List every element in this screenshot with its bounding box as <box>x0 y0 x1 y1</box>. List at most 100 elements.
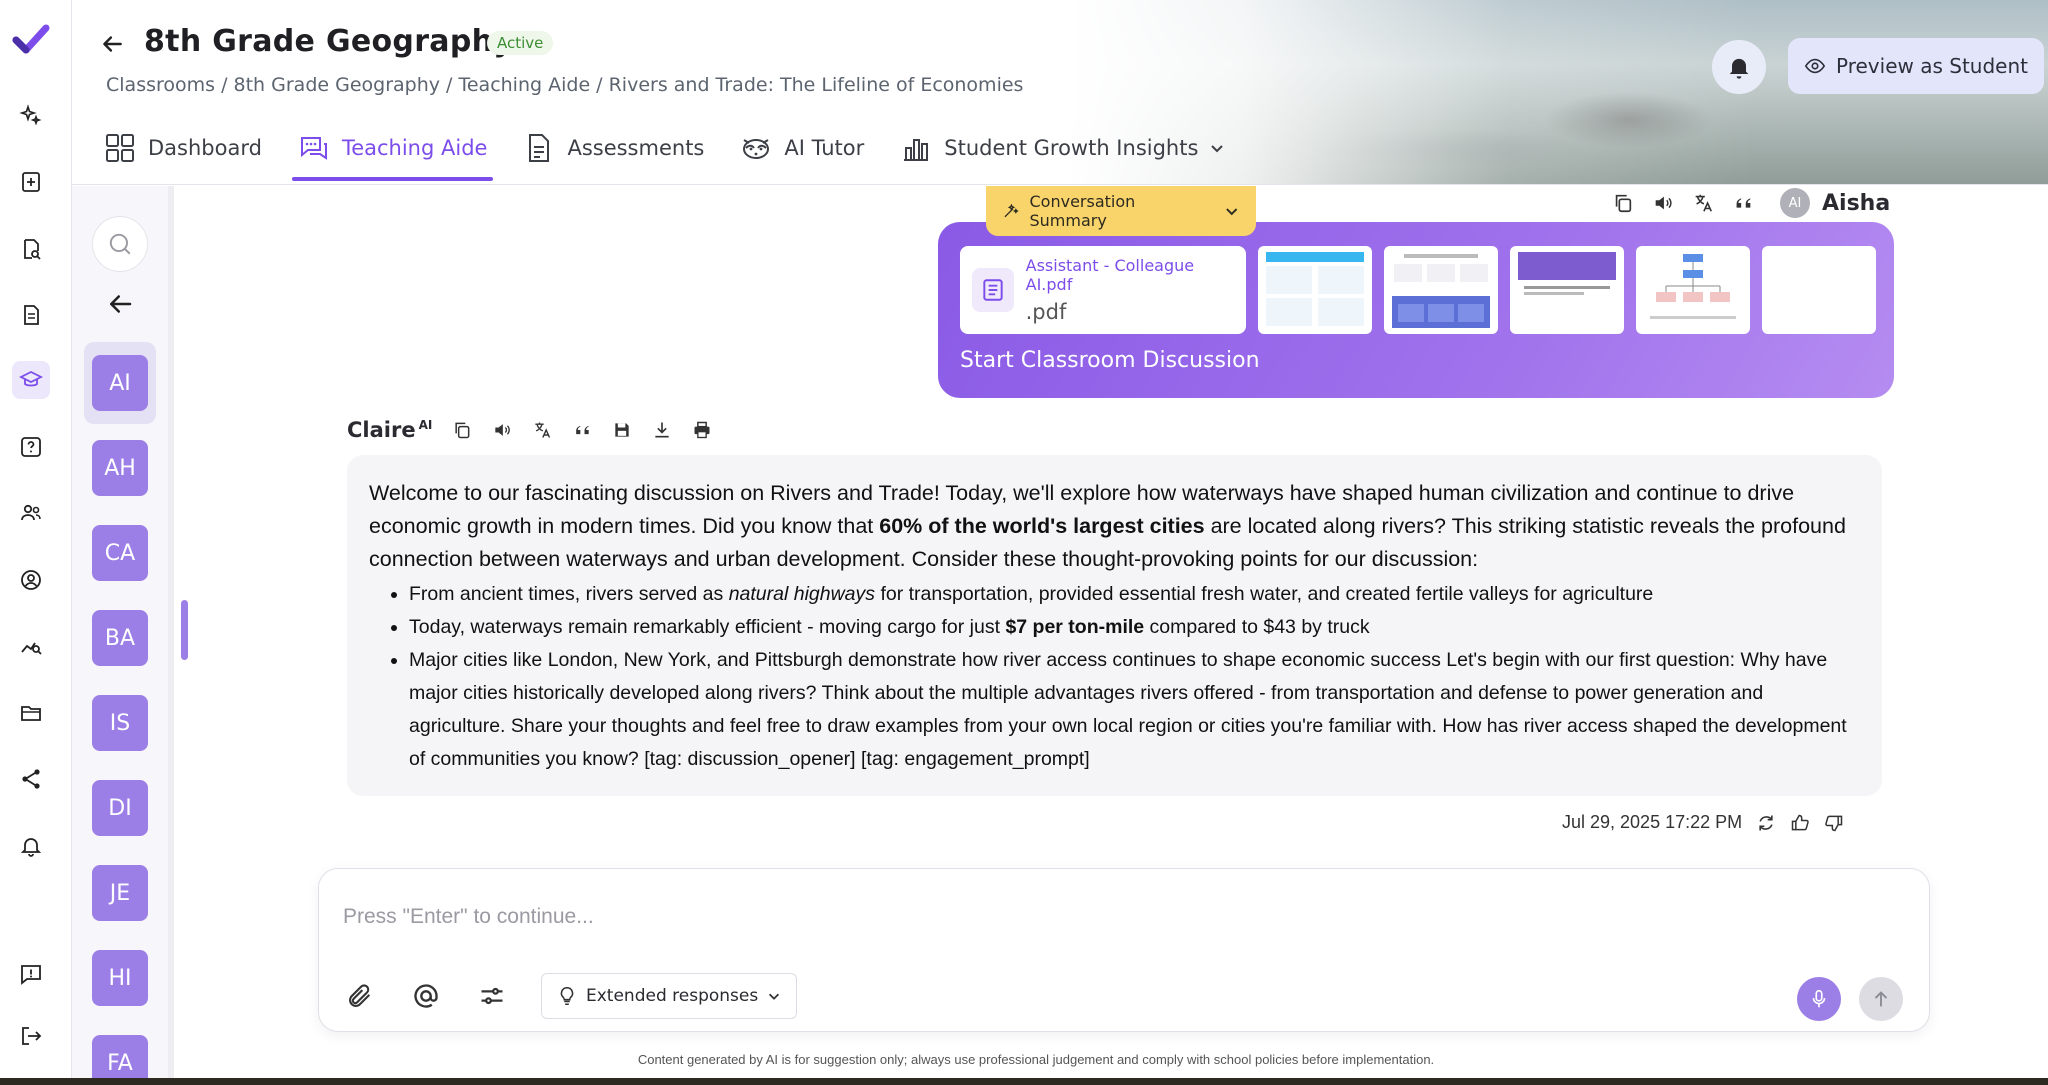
attachment-file-ext: .pdf <box>1025 300 1067 324</box>
user-message-text: Start Classroom Discussion <box>960 348 1260 373</box>
conversation-item[interactable]: CA <box>84 512 156 594</box>
grid-icon <box>106 134 134 162</box>
save-icon[interactable] <box>612 420 632 440</box>
message-input[interactable] <box>343 899 1903 935</box>
regenerate-icon[interactable] <box>1756 813 1776 833</box>
back-arrow-icon[interactable] <box>96 28 128 60</box>
send-button[interactable] <box>1859 977 1903 1021</box>
arrow-up-icon <box>1874 991 1888 1007</box>
conversation-item[interactable]: BA <box>84 597 156 679</box>
print-icon[interactable] <box>692 420 712 440</box>
avatar: CA <box>92 525 148 581</box>
mention-at-icon[interactable] <box>409 979 443 1013</box>
response-mode-select[interactable]: Extended responses <box>541 973 798 1019</box>
avatar: DI <box>92 780 148 836</box>
share-icon[interactable] <box>12 760 50 798</box>
speaker-icon[interactable] <box>492 420 512 440</box>
sidebar-scrollbar[interactable] <box>168 186 174 1085</box>
conversation-item[interactable]: AI <box>84 342 156 424</box>
eye-icon <box>1804 58 1826 74</box>
conversation-sidebar: AI AH CA BA IS DI JE HI FA <box>72 186 172 1085</box>
message-meta: Jul 29, 2025 17:22 PM <box>1562 812 1844 833</box>
tab-ai-tutor[interactable]: AI Tutor <box>734 128 870 168</box>
search-doc-icon[interactable] <box>12 230 50 268</box>
bar-chart-icon <box>904 139 929 161</box>
ai-disclaimer: Content generated by AI is for suggestio… <box>637 1052 1435 1067</box>
conversation-item[interactable]: AH <box>84 427 156 509</box>
speaker-icon[interactable] <box>1652 192 1674 214</box>
slide-thumbnail[interactable] <box>1258 246 1372 334</box>
notifications-bell-button[interactable] <box>1712 40 1766 94</box>
list-item: Today, waterways remain remarkably effic… <box>409 611 1860 644</box>
conversation-search-button[interactable] <box>92 216 148 272</box>
bell-icon[interactable] <box>12 827 50 865</box>
microphone-icon <box>1812 989 1826 1008</box>
raccoon-icon <box>743 139 770 159</box>
list-item: Major cities like London, New York, and … <box>409 644 1860 776</box>
thumbs-up-icon[interactable] <box>1790 813 1810 833</box>
folder-icon[interactable] <box>12 694 50 732</box>
attachment-file-name: Assistant - Colleague AI.pdf <box>1025 256 1195 294</box>
thumbs-down-icon[interactable] <box>1824 813 1844 833</box>
assistant-name: Claire AI <box>347 418 433 442</box>
collapse-sidebar-arrow-icon[interactable] <box>102 286 138 322</box>
slide-thumbnail[interactable] <box>1510 246 1624 334</box>
assistant-message-bubble: Welcome to our fascinating discussion on… <box>347 455 1882 796</box>
add-note-icon[interactable] <box>12 163 50 201</box>
attachment-file-card[interactable]: Assistant - Colleague AI.pdf .pdf <box>960 246 1246 334</box>
analytics-icon[interactable] <box>12 627 50 665</box>
slide-thumbnail[interactable] <box>1636 246 1750 334</box>
chat-scroll-thumb[interactable] <box>181 600 188 660</box>
attach-paperclip-icon[interactable] <box>343 979 377 1013</box>
message-paragraph: Welcome to our fascinating discussion on… <box>369 481 1846 571</box>
preview-as-student-button[interactable]: Preview as Student <box>1788 38 2044 94</box>
conversation-item[interactable]: HI <box>84 937 156 1019</box>
conversation-item[interactable]: IS <box>84 682 156 764</box>
copy-icon[interactable] <box>1612 192 1634 214</box>
app-logo-icon[interactable] <box>12 22 50 60</box>
download-icon[interactable] <box>652 420 672 440</box>
logout-icon[interactable] <box>12 1017 50 1055</box>
chat-bubbles-icon <box>300 137 327 160</box>
search-icon <box>109 233 131 255</box>
avatar: IS <box>92 695 148 751</box>
lightbulb-icon <box>560 986 574 1006</box>
user-message-bubble: Assistant - Colleague AI.pdf .pdf Start … <box>938 222 1894 398</box>
question-icon[interactable] <box>12 428 50 466</box>
conversation-summary-button[interactable]: Conversation Summary <box>986 186 1256 236</box>
avatar: AI <box>1780 188 1810 218</box>
breadcrumb: Classrooms / 8th Grade Geography / Teach… <box>106 74 1024 96</box>
microphone-button[interactable] <box>1797 977 1841 1021</box>
user-message-toolbar: AI Aisha <box>1612 188 1890 218</box>
copy-icon[interactable] <box>452 420 472 440</box>
chevron-down-icon <box>769 993 780 1000</box>
translate-icon[interactable] <box>532 420 552 440</box>
tab-teaching-aide[interactable]: Teaching Aide <box>291 128 494 181</box>
conversation-item[interactable]: DI <box>84 767 156 849</box>
slide-thumbnail[interactable] <box>1384 246 1498 334</box>
avatar: JE <box>92 865 148 921</box>
quote-icon[interactable] <box>1732 192 1754 214</box>
page-header: 8th Grade Geography Active Classrooms / … <box>72 0 2048 185</box>
tab-assessments[interactable]: Assessments <box>517 128 710 168</box>
slide-thumbnail[interactable] <box>1762 246 1876 334</box>
settings-sliders-icon[interactable] <box>475 979 509 1013</box>
chevron-down-icon <box>1211 145 1224 153</box>
avatar: BA <box>92 610 148 666</box>
document-icon[interactable] <box>12 296 50 334</box>
avatar: AI <box>92 355 148 411</box>
quote-icon[interactable] <box>572 420 592 440</box>
sparkle-icon[interactable] <box>12 97 50 135</box>
chevron-down-icon <box>1225 208 1237 216</box>
user-circle-icon[interactable] <box>12 561 50 599</box>
tab-dashboard[interactable]: Dashboard <box>98 128 268 168</box>
main-tabs: Dashboard Teaching Aide Assessments AI T… <box>98 128 1268 181</box>
feedback-icon[interactable] <box>12 955 50 993</box>
conversation-item[interactable]: JE <box>84 852 156 934</box>
people-icon[interactable] <box>12 494 50 532</box>
translate-icon[interactable] <box>1692 192 1714 214</box>
graduation-cap-icon[interactable] <box>12 361 50 399</box>
page-title: 8th Grade Geography <box>144 24 514 59</box>
message-bullet-list: From ancient times, rivers served as nat… <box>369 578 1860 776</box>
tab-student-growth-insights[interactable]: Student Growth Insights <box>894 128 1244 168</box>
